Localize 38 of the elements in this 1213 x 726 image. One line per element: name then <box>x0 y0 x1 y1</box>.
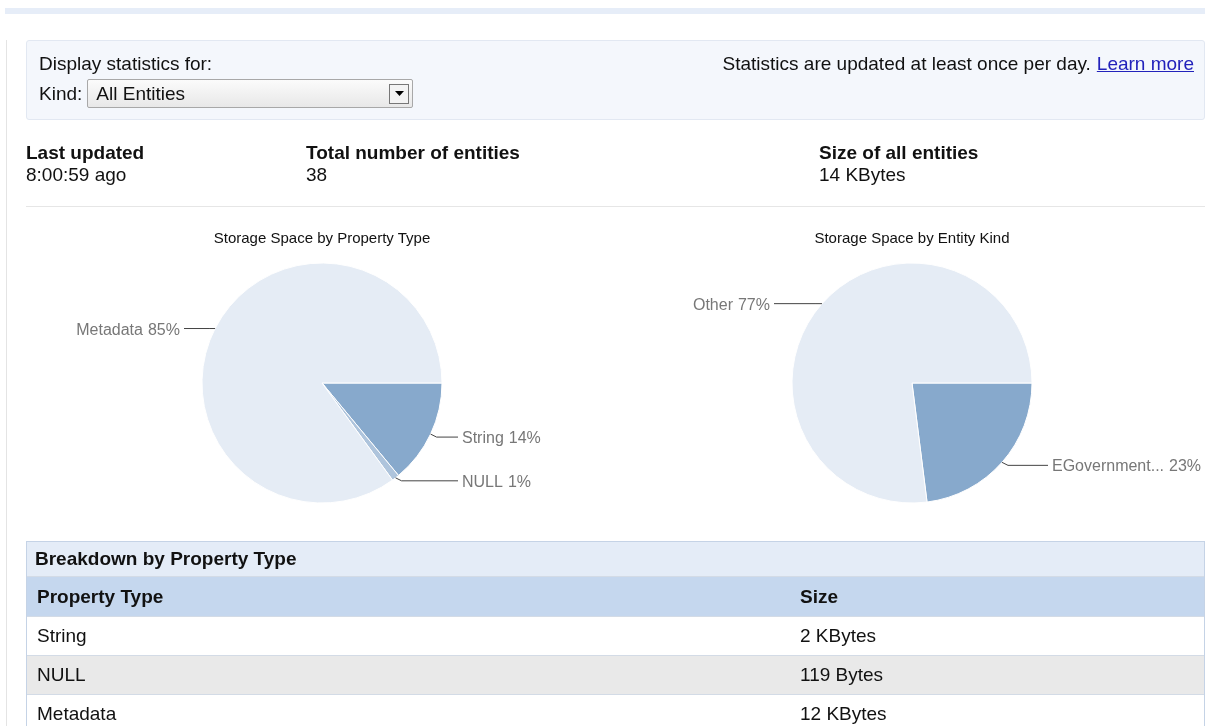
learn-more-link[interactable]: Learn more <box>1096 53 1194 75</box>
chart-title: Storage Space by Entity Kind <box>814 229 1010 246</box>
leader-line <box>1001 461 1049 466</box>
slice-label: String <box>462 429 504 447</box>
filter-heading: Display statistics for: <box>39 53 214 75</box>
table-cell-text: 2 KBytes <box>799 625 877 647</box>
leader-line <box>430 433 459 438</box>
slice-label: Metadata <box>76 320 143 338</box>
column-header: Property Type <box>36 585 164 608</box>
stat-label: Size of all entities <box>819 142 979 164</box>
stat-value: 14 KBytes <box>819 164 906 186</box>
leader-line <box>395 477 459 482</box>
stat-value: 38 <box>306 164 328 186</box>
kind-dropdown[interactable]: All Entities <box>87 79 414 108</box>
update-notice: Statistics are updated at least once per day. <box>722 53 1091 75</box>
slice-value: 77% <box>737 295 770 313</box>
table-cell-text: NULL <box>36 664 86 686</box>
leader-line <box>183 328 216 329</box>
slice-value: 1% <box>507 472 532 490</box>
table-title: Breakdown by Property Type <box>27 542 1204 576</box>
stat-label: Last updated <box>26 142 145 164</box>
column-header: Size <box>799 585 839 608</box>
leader-line <box>773 303 823 305</box>
stat-value: 8:00:59 ago <box>26 164 127 186</box>
stat-label: Total number of entities <box>306 142 520 164</box>
slice-value: 85% <box>147 320 180 338</box>
slice-label: NULL <box>462 472 503 490</box>
kind-label: Kind: <box>39 82 83 105</box>
slice-value: 14% <box>508 429 541 447</box>
slice-value: 23% <box>1169 457 1202 475</box>
table-cell-text: Metadata <box>36 703 117 725</box>
table-cell-text: 119 Bytes <box>799 664 884 686</box>
slice-label: EGovernment... <box>1052 457 1165 475</box>
table-cell-text: 12 KBytes <box>799 703 887 725</box>
caret-icon <box>389 83 410 104</box>
chart-title: Storage Space by Property Type <box>213 229 431 246</box>
slice-label: Other <box>692 295 733 313</box>
table-cell-text: String <box>36 625 87 647</box>
